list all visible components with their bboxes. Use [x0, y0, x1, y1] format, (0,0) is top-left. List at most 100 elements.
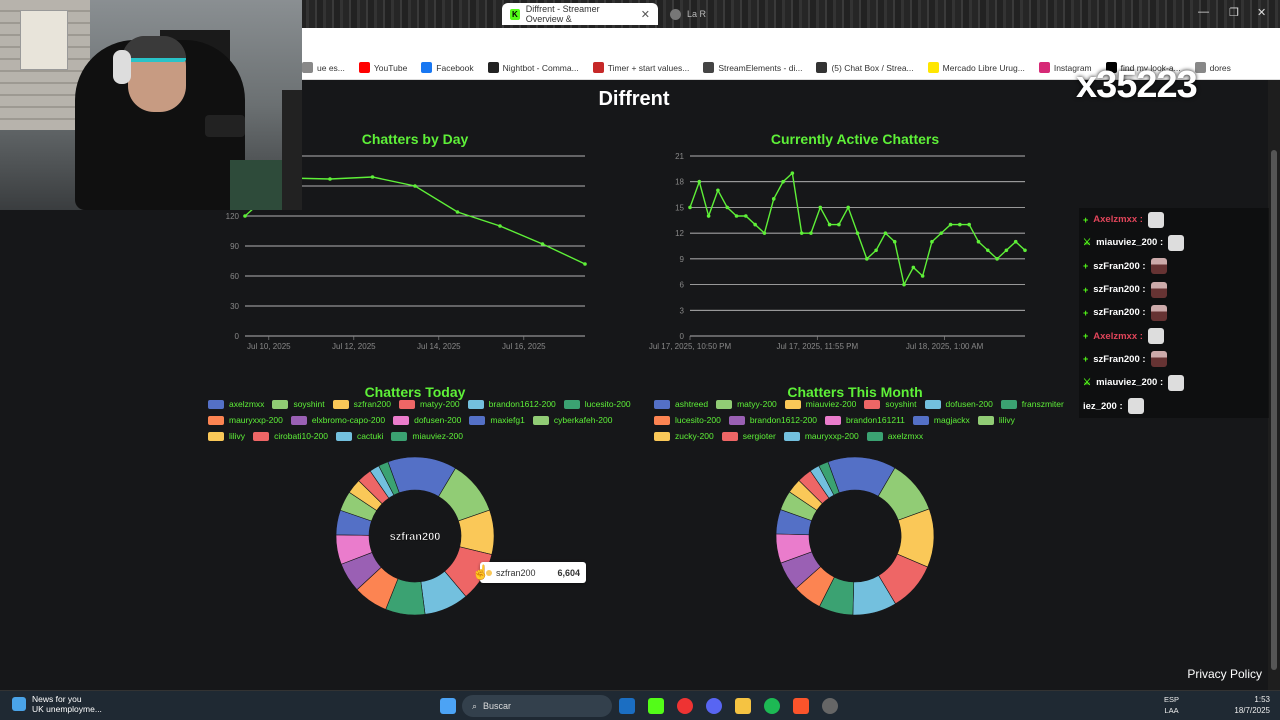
obs-icon[interactable]	[822, 698, 838, 714]
data-point[interactable]	[809, 231, 813, 235]
legend-item[interactable]: franszmiter	[1000, 398, 1064, 410]
data-point[interactable]	[1023, 248, 1027, 253]
legend-item[interactable]: szfran200	[332, 398, 391, 410]
legend-item[interactable]: cyberkafeh-200	[532, 414, 612, 426]
data-point[interactable]	[753, 222, 757, 227]
legend-item[interactable]: soyshint	[272, 398, 325, 410]
legend-item[interactable]: miauviez-200	[391, 430, 463, 442]
kick-app-icon[interactable]	[648, 698, 664, 714]
data-point[interactable]	[958, 222, 962, 227]
tab-other[interactable]: La R	[662, 3, 812, 25]
data-point[interactable]	[498, 224, 502, 228]
bookmark-item[interactable]: (5) Chat Box / Strea...	[816, 62, 914, 73]
legend-item[interactable]: miauviez-200	[784, 398, 856, 410]
legend-item[interactable]: axelzmxx	[866, 430, 923, 442]
legend-item[interactable]: sergioter	[721, 430, 776, 442]
news-widget[interactable]: News for you UK unemployme...	[12, 694, 102, 714]
data-point[interactable]	[911, 265, 916, 270]
legend-item[interactable]: elxbromo-capo-200	[290, 414, 385, 426]
legend-item[interactable]: mauryxxp-200	[783, 430, 859, 442]
legend-item[interactable]: lucesito-200	[563, 398, 631, 410]
data-point[interactable]	[370, 175, 375, 179]
legend-item[interactable]: matyy-200	[398, 398, 460, 410]
data-point[interactable]	[939, 231, 944, 235]
legend-item[interactable]: zucky-200	[654, 430, 714, 442]
data-point[interactable]	[1004, 248, 1009, 253]
windows-start-icon[interactable]	[440, 698, 456, 714]
legend-item[interactable]: axelzmxx	[208, 398, 264, 410]
bookmark-item[interactable]: dores	[1194, 62, 1231, 73]
chrome-icon[interactable]	[677, 698, 693, 714]
close-window-icon[interactable]: ✕	[1257, 6, 1266, 19]
language-indicator[interactable]: ESP LAA	[1164, 694, 1179, 716]
chatters-month-donut[interactable]	[775, 456, 935, 616]
data-point[interactable]	[1013, 239, 1018, 244]
data-point[interactable]	[243, 214, 247, 218]
legend-item[interactable]: cirobati10-200	[253, 430, 328, 442]
legend-item[interactable]: magjackx	[912, 414, 970, 426]
spotify-icon[interactable]	[764, 698, 780, 714]
data-point[interactable]	[413, 184, 417, 188]
data-point[interactable]	[948, 222, 953, 227]
bookmark-item[interactable]: ue es...	[302, 62, 345, 73]
legend-item[interactable]: ashtreed	[654, 398, 708, 410]
legend-item[interactable]: lucesito-200	[654, 414, 721, 426]
data-point[interactable]	[818, 205, 823, 210]
bookmark-item[interactable]: Timer + start values...	[592, 62, 689, 73]
legend-item[interactable]: brandon1612-200	[728, 414, 817, 426]
legend-item[interactable]: mauryxxp-200	[208, 414, 283, 426]
data-point[interactable]	[976, 239, 981, 244]
data-point[interactable]	[883, 231, 888, 235]
close-tab-icon[interactable]: ✕	[641, 8, 650, 21]
minimize-icon[interactable]: —	[1198, 6, 1209, 18]
data-point[interactable]	[930, 239, 934, 244]
legend-item[interactable]: cactuki	[335, 430, 383, 442]
steam-icon[interactable]	[619, 698, 635, 714]
bookmark-item[interactable]: StreamElements - di...	[703, 62, 802, 73]
legend-item[interactable]: lilivy	[977, 414, 1015, 426]
data-point[interactable]	[837, 222, 841, 227]
data-point[interactable]	[688, 205, 692, 210]
data-point[interactable]	[827, 222, 832, 227]
data-point[interactable]	[455, 210, 460, 214]
bookmark-item[interactable]: Nightbot - Comma...	[487, 62, 579, 73]
data-point[interactable]	[985, 248, 990, 253]
data-point[interactable]	[846, 205, 850, 210]
file-explorer-icon[interactable]	[735, 698, 751, 714]
data-point[interactable]	[855, 231, 860, 235]
data-point[interactable]	[771, 197, 776, 201]
data-point[interactable]	[799, 231, 804, 235]
restore-icon[interactable]: ❐	[1229, 6, 1239, 19]
data-point[interactable]	[762, 231, 767, 235]
data-point[interactable]	[892, 239, 897, 244]
privacy-policy-link[interactable]: Privacy Policy	[1187, 667, 1262, 681]
data-point[interactable]	[967, 222, 971, 227]
data-point[interactable]	[781, 179, 785, 184]
scrollbar-thumb[interactable]	[1271, 150, 1277, 670]
brave-icon[interactable]	[793, 698, 809, 714]
data-point[interactable]	[706, 214, 711, 218]
system-clock[interactable]: 1:53 18/7/2025	[1234, 694, 1270, 716]
tab-streamer-overview[interactable]: K Diffrent - Streamer Overview & ✕	[502, 3, 658, 25]
data-point[interactable]	[716, 188, 720, 193]
data-point[interactable]	[920, 274, 925, 278]
legend-item[interactable]: matyy-200	[716, 398, 777, 410]
legend-item[interactable]: dofusen-200	[393, 414, 461, 426]
legend-item[interactable]: soyshint	[864, 398, 917, 410]
legend-item[interactable]: brandon1612-200	[467, 398, 556, 410]
data-point[interactable]	[865, 257, 869, 261]
data-point[interactable]	[725, 205, 730, 210]
data-point[interactable]	[995, 257, 999, 261]
data-point[interactable]	[790, 171, 795, 175]
data-point[interactable]	[328, 177, 332, 181]
data-point[interactable]	[902, 282, 906, 287]
bookmark-item[interactable]: Facebook	[421, 62, 474, 73]
data-point[interactable]	[697, 179, 702, 184]
data-point[interactable]	[583, 262, 587, 266]
legend-item[interactable]: lilivy	[208, 430, 245, 442]
data-point[interactable]	[874, 248, 878, 253]
legend-item[interactable]: brandon161211	[824, 414, 905, 426]
data-point[interactable]	[734, 214, 739, 218]
data-point[interactable]	[744, 214, 748, 218]
discord-icon[interactable]	[706, 698, 722, 714]
